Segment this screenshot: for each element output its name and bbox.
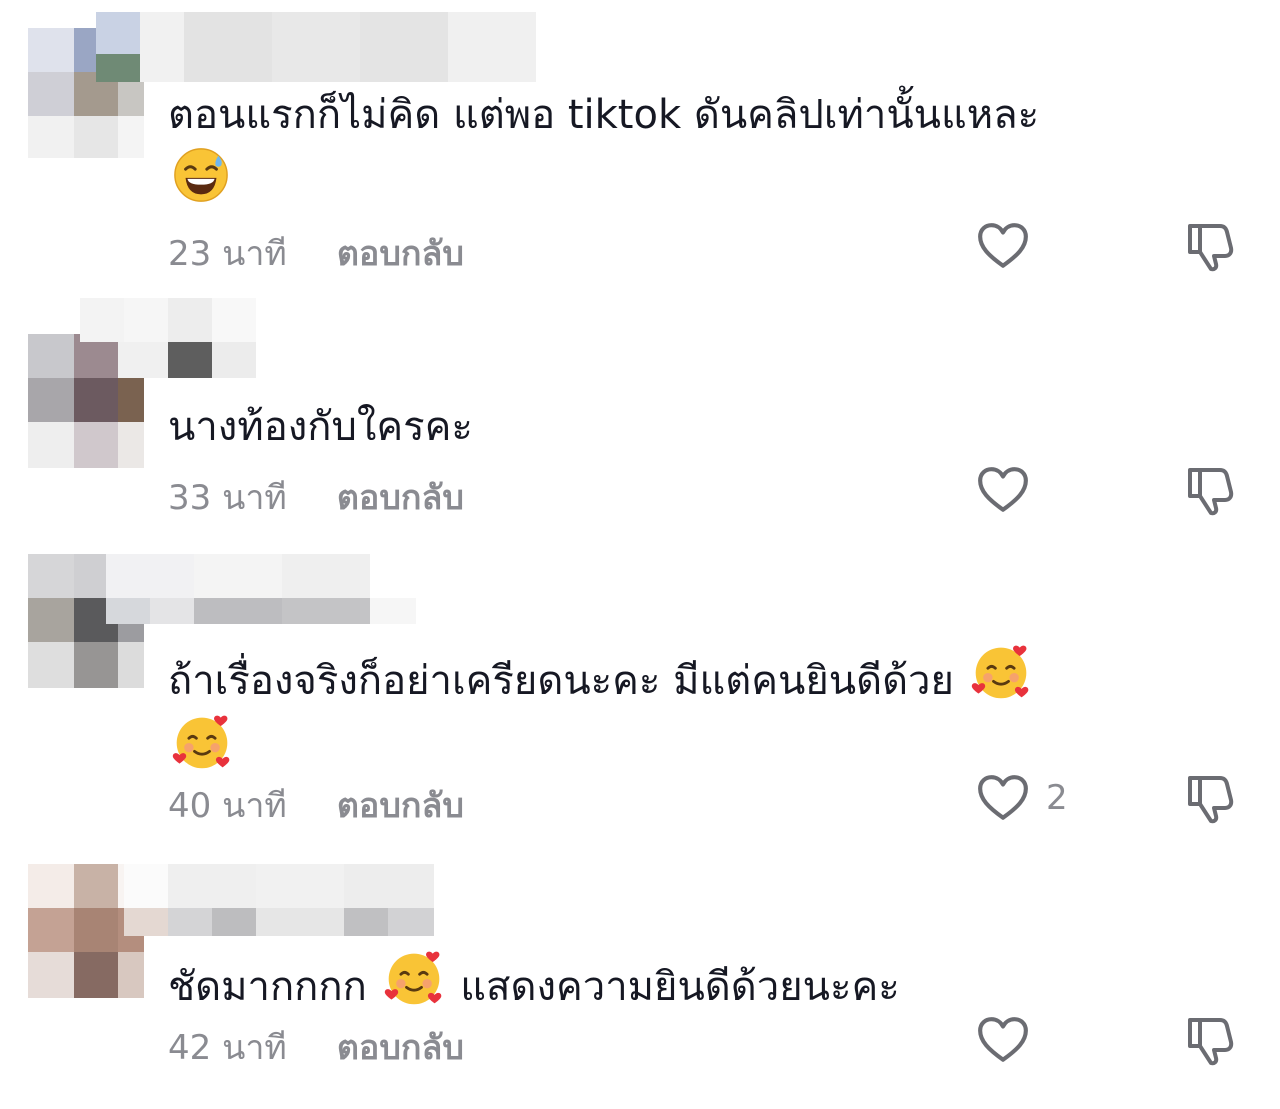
comment-text: นางท้องกับใครคะ xyxy=(168,396,1170,458)
thumbs-down-icon xyxy=(1184,220,1236,272)
timestamp: 33 นาที xyxy=(168,478,287,518)
dislike-button[interactable] xyxy=(1184,220,1236,276)
comment-1: ตอนแรกก็ไม่คิด แต่พอ tiktok ดันคลิปเท่าน… xyxy=(0,0,1280,290)
dislike-button[interactable] xyxy=(1184,1014,1236,1070)
reply-button[interactable]: ตอบกลับ xyxy=(337,778,464,832)
timestamp: 40 นาที xyxy=(168,786,287,826)
comment-body: ถ้าเรื่องจริงก็อย่าเครียดนะคะ มีแต่คนยิน… xyxy=(168,658,954,704)
comment-body: ตอนแรกก็ไม่คิด แต่พอ tiktok ดันคลิปเท่าน… xyxy=(168,92,1040,138)
thumbs-down-icon xyxy=(1184,1014,1236,1066)
comment-text: ถ้าเรื่องจริงก็อย่าเครียดนะคะ มีแต่คนยิน… xyxy=(168,642,1170,782)
comment-text: ชัดมากกกก แสดงความยินดีด้วยนะคะ xyxy=(168,948,1170,1018)
heart-icon xyxy=(976,466,1030,514)
heart-icon xyxy=(976,1016,1030,1064)
username-blur[interactable] xyxy=(80,298,256,378)
reply-button[interactable]: ตอบกลับ xyxy=(337,226,464,280)
like-button[interactable] xyxy=(976,222,1030,270)
comment-body: ชัดมากกกก xyxy=(168,964,367,1010)
grinning-sweat-emoji xyxy=(172,146,230,204)
like-button[interactable] xyxy=(976,1016,1030,1064)
smiling-face-hearts-emoji xyxy=(971,642,1031,702)
smiling-face-hearts-emoji xyxy=(172,712,232,772)
comment-meta: 33 นาที ตอบกลับ xyxy=(168,470,464,524)
comment-4: ชัดมากกกก แสดงความยินดีด้วยนะคะ 42 นาที … xyxy=(0,860,1280,1109)
username-blur[interactable] xyxy=(96,12,536,82)
timestamp: 23 นาที xyxy=(168,234,287,274)
username-blur[interactable] xyxy=(124,864,434,936)
username-blur[interactable] xyxy=(106,554,416,624)
comment-meta: 40 นาที ตอบกลับ xyxy=(168,778,464,832)
thumbs-down-icon xyxy=(1184,464,1236,516)
comment-2: นางท้องกับใครคะ 33 นาที ตอบกลับ xyxy=(0,290,1280,540)
timestamp: 42 นาที xyxy=(168,1028,287,1068)
heart-icon xyxy=(976,222,1030,270)
like-count: 2 xyxy=(1046,778,1068,818)
smiling-face-hearts-emoji xyxy=(384,948,444,1008)
heart-icon xyxy=(976,774,1030,822)
comment-text: ตอนแรกก็ไม่คิด แต่พอ tiktok ดันคลิปเท่าน… xyxy=(168,84,1170,214)
reply-button[interactable]: ตอบกลับ xyxy=(337,1020,464,1074)
comment-meta: 23 นาที ตอบกลับ xyxy=(168,226,464,280)
like-button[interactable] xyxy=(976,466,1030,514)
comment-meta: 42 นาที ตอบกลับ xyxy=(168,1020,464,1074)
dislike-button[interactable] xyxy=(1184,464,1236,520)
dislike-button[interactable] xyxy=(1184,772,1236,828)
thumbs-down-icon xyxy=(1184,772,1236,824)
like-button[interactable]: 2 xyxy=(976,774,1068,822)
comment-3: ถ้าเรื่องจริงก็อย่าเครียดนะคะ มีแต่คนยิน… xyxy=(0,540,1280,860)
comment-body-cont: แสดงความยินดีด้วยนะคะ xyxy=(460,964,900,1010)
comment-body: นางท้องกับใครคะ xyxy=(168,404,473,450)
reply-button[interactable]: ตอบกลับ xyxy=(337,470,464,524)
